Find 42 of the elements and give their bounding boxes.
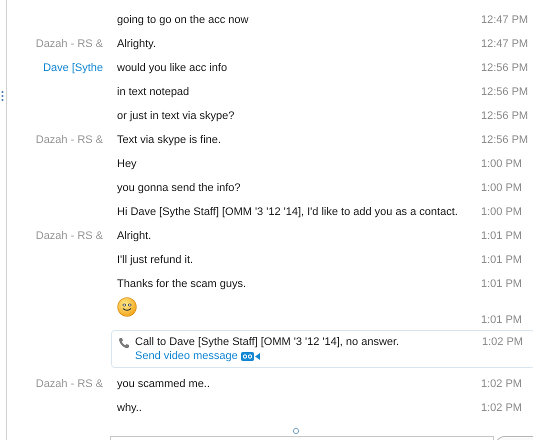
- sender-name: Dazah - RS &: [36, 230, 103, 242]
- message-time: 12:47 PM: [481, 14, 530, 26]
- smiley-icon: [117, 297, 137, 317]
- message-text: Hi Dave [Sythe Staff] [OMM '3 '12 '14], I'd like to add you as a contact.: [117, 206, 459, 218]
- message-time: 1:01 PM: [481, 230, 523, 242]
- message-text: Hey: [117, 158, 138, 170]
- message-text: Alrighty.: [117, 38, 157, 50]
- message-time: 1:02 PM: [481, 402, 523, 414]
- message-text: why..: [117, 402, 143, 414]
- message-time: 1:00 PM: [481, 158, 523, 170]
- message-time: 1:02 PM: [482, 336, 524, 348]
- message-time: 12:56 PM: [481, 134, 530, 146]
- scroll-dot-icon: [293, 428, 299, 434]
- message-time: 1:01 PM: [481, 278, 523, 290]
- message-text: would you like acc info: [117, 62, 228, 74]
- message-time: 12:56 PM: [481, 110, 530, 122]
- message-text: going to go on the acc now: [117, 14, 250, 26]
- message-time: 12:47 PM: [481, 38, 530, 50]
- message-time: 1:00 PM: [481, 182, 523, 194]
- sender-name: Dave [Sythe: [43, 62, 103, 74]
- sender-name: Dazah - RS &: [36, 134, 103, 146]
- video-message-icon: [240, 352, 261, 360]
- message-text: I'll just refund it.: [117, 254, 194, 266]
- message-time: 1:01 PM: [481, 254, 523, 266]
- resize-grip-icon[interactable]: [1, 90, 4, 102]
- message-text: or just in text via skype?: [117, 110, 236, 122]
- phone-icon: [118, 337, 130, 349]
- message-time: 12:56 PM: [481, 62, 530, 74]
- sender-name: Dazah - RS &: [36, 378, 103, 390]
- send-video-message-link[interactable]: Send video message: [135, 350, 482, 362]
- message-text: in text notepad: [117, 86, 190, 98]
- message-time: 1:01 PM: [481, 314, 523, 326]
- message-time: 1:02 PM: [481, 378, 523, 390]
- message-time: 12:56 PM: [481, 86, 530, 98]
- message-text: Alright.: [117, 230, 152, 242]
- message-text: Text via skype is fine.: [117, 134, 222, 146]
- message-text: you scammed me..: [117, 378, 211, 390]
- call-text: Call to Dave [Sythe Staff] [OMM '3 '12 '14], no answer.: [135, 336, 400, 348]
- message-text: Thanks for the scam guys.: [117, 278, 247, 290]
- message-time: 1:00 PM: [481, 206, 523, 218]
- sender-name: Dazah - RS &: [36, 38, 103, 50]
- message-text: you gonna send the info?: [117, 182, 242, 194]
